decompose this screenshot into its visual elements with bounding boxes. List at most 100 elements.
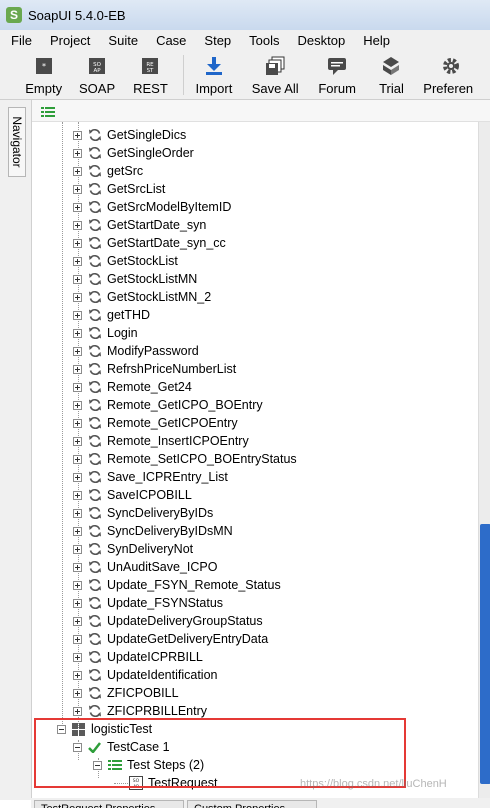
tree-row-operation[interactable]: UpdateGetDeliveryEntryData <box>73 630 268 648</box>
empty-project-button[interactable]: * Empty <box>17 51 70 99</box>
import-button[interactable]: Import <box>190 51 238 99</box>
tree-row-operation[interactable]: Login <box>73 324 138 342</box>
expand-icon[interactable] <box>73 634 82 644</box>
menu-suite[interactable]: Suite <box>96 33 144 48</box>
tree-row-operation[interactable]: getTHD <box>73 306 150 324</box>
expand-icon[interactable] <box>73 544 82 554</box>
main-toolbar: * Empty SO AP SOAP RE ST REST Import Save … <box>0 51 490 100</box>
tree-row-operation[interactable]: GetSingleOrder <box>73 144 194 162</box>
tree-row-operation[interactable]: SyncDeliveryByIDs <box>73 504 213 522</box>
expand-icon[interactable] <box>73 472 82 482</box>
expand-icon[interactable] <box>73 292 82 302</box>
preferences-gear-icon <box>441 56 461 76</box>
expand-icon[interactable] <box>73 652 82 662</box>
expand-icon[interactable] <box>73 526 82 536</box>
expand-icon[interactable] <box>73 670 82 680</box>
tree-row-operation[interactable]: Update_FSYN_Remote_Status <box>73 576 281 594</box>
operation-icon <box>87 254 102 269</box>
expand-icon[interactable] <box>73 364 82 374</box>
expand-icon[interactable] <box>73 148 82 158</box>
expand-icon[interactable] <box>73 508 82 518</box>
operation-icon <box>87 308 102 323</box>
soap-project-button[interactable]: SO AP SOAP <box>70 51 123 99</box>
tree-row-operation[interactable]: UpdateDeliveryGroupStatus <box>73 612 263 630</box>
expand-icon[interactable] <box>73 562 82 572</box>
tree-row-operation[interactable]: getSrc <box>73 162 143 180</box>
operation-icon <box>87 470 102 485</box>
tree-row-operation[interactable]: SynDeliveryNot <box>73 540 193 558</box>
tree-row-operation[interactable]: Remote_GetICPO_BOEntry <box>73 396 263 414</box>
trial-button[interactable]: Trial <box>368 51 416 99</box>
menu-case[interactable]: Case <box>144 33 192 48</box>
expand-icon[interactable] <box>73 310 82 320</box>
expand-icon[interactable] <box>73 220 82 230</box>
bottom-tab-bar: TestRequest Properties Custom Properties <box>31 798 490 808</box>
menu-help[interactable]: Help <box>351 33 396 48</box>
expand-icon[interactable] <box>73 400 82 410</box>
operation-label: GetStockListMN <box>107 272 198 286</box>
tab-testrequest-properties[interactable]: TestRequest Properties <box>34 800 184 808</box>
tree-row-operation[interactable]: UnAuditSave_ICPO <box>73 558 217 576</box>
scrollbar-thumb[interactable] <box>480 524 490 784</box>
expand-icon[interactable] <box>73 436 82 446</box>
tree-row-operation[interactable]: Save_ICPREntry_List <box>73 468 228 486</box>
operation-icon <box>87 452 102 467</box>
tree-row-operation[interactable]: Remote_Get24 <box>73 378 192 396</box>
tree-row-operation[interactable]: ModifyPassword <box>73 342 199 360</box>
tree-row-operation[interactable]: RefrshPriceNumberList <box>73 360 236 378</box>
operation-icon <box>87 380 102 395</box>
expand-icon[interactable] <box>73 598 82 608</box>
expand-icon[interactable] <box>73 382 82 392</box>
tree-row-operation[interactable]: GetSrcModelByItemID <box>73 198 231 216</box>
expand-icon[interactable] <box>73 202 82 212</box>
expand-icon[interactable] <box>73 130 82 140</box>
tree-row-operation[interactable]: Remote_SetICPO_BOEntryStatus <box>73 450 297 468</box>
menu-step[interactable]: Step <box>192 33 237 48</box>
vertical-scrollbar[interactable] <box>478 122 490 800</box>
tab-custom-properties[interactable]: Custom Properties <box>187 800 317 808</box>
expand-icon[interactable] <box>73 454 82 464</box>
expand-icon[interactable] <box>73 706 82 716</box>
expand-icon[interactable] <box>73 580 82 590</box>
expand-icon[interactable] <box>73 328 82 338</box>
expand-icon[interactable] <box>73 256 82 266</box>
navigator-tab[interactable]: Navigator <box>8 107 26 177</box>
rest-project-button[interactable]: RE ST REST <box>124 51 177 99</box>
tree-row-operation[interactable]: GetSrcList <box>73 180 165 198</box>
tree-row-operation[interactable]: Remote_InsertICPOEntry <box>73 432 249 450</box>
list-view-icon[interactable] <box>41 107 55 117</box>
tree-row-operation[interactable]: SyncDeliveryByIDsMN <box>73 522 233 540</box>
expand-icon[interactable] <box>73 490 82 500</box>
forum-button[interactable]: Forum <box>307 51 368 99</box>
tree-row-operation[interactable]: GetStockList <box>73 252 178 270</box>
expand-icon[interactable] <box>73 166 82 176</box>
tree-row-operation[interactable]: UpdateIdentification <box>73 666 218 684</box>
save-all-button[interactable]: Save All <box>244 51 307 99</box>
menu-project[interactable]: Project <box>38 33 96 48</box>
expand-icon[interactable] <box>73 346 82 356</box>
operation-icon <box>87 398 102 413</box>
expand-icon[interactable] <box>73 184 82 194</box>
menu-tools[interactable]: Tools <box>237 33 285 48</box>
expand-icon[interactable] <box>73 274 82 284</box>
expand-icon[interactable] <box>73 418 82 428</box>
tree-row-operation[interactable]: GetStartDate_syn <box>73 216 206 234</box>
tree-row-operation[interactable]: ZFICPOBILL <box>73 684 179 702</box>
tree-row-operation[interactable]: Remote_GetICPOEntry <box>73 414 238 432</box>
tree-row-operation[interactable]: GetStockListMN <box>73 270 197 288</box>
expand-icon[interactable] <box>73 616 82 626</box>
menu-desktop[interactable]: Desktop <box>286 33 352 48</box>
menu-file[interactable]: File <box>0 33 38 48</box>
tree-row-operation[interactable]: GetSingleDics <box>73 126 186 144</box>
expand-icon[interactable] <box>73 238 82 248</box>
preferences-button[interactable]: Preferen <box>423 51 490 99</box>
operation-label: UpdateDeliveryGroupStatus <box>107 614 263 628</box>
tree-row-operation[interactable]: UpdateICPRBILL <box>73 648 203 666</box>
tree-row-operation[interactable]: GetStartDate_syn_cc <box>73 234 226 252</box>
tree-row-operation[interactable]: Update_FSYNStatus <box>73 594 223 612</box>
tree-row-operation[interactable]: SaveICPOBILL <box>73 486 192 504</box>
operation-label: SaveICPOBILL <box>107 488 192 502</box>
tree-row-operation[interactable]: GetStockListMN_2 <box>73 288 211 306</box>
operation-icon <box>87 488 102 503</box>
expand-icon[interactable] <box>73 688 82 698</box>
